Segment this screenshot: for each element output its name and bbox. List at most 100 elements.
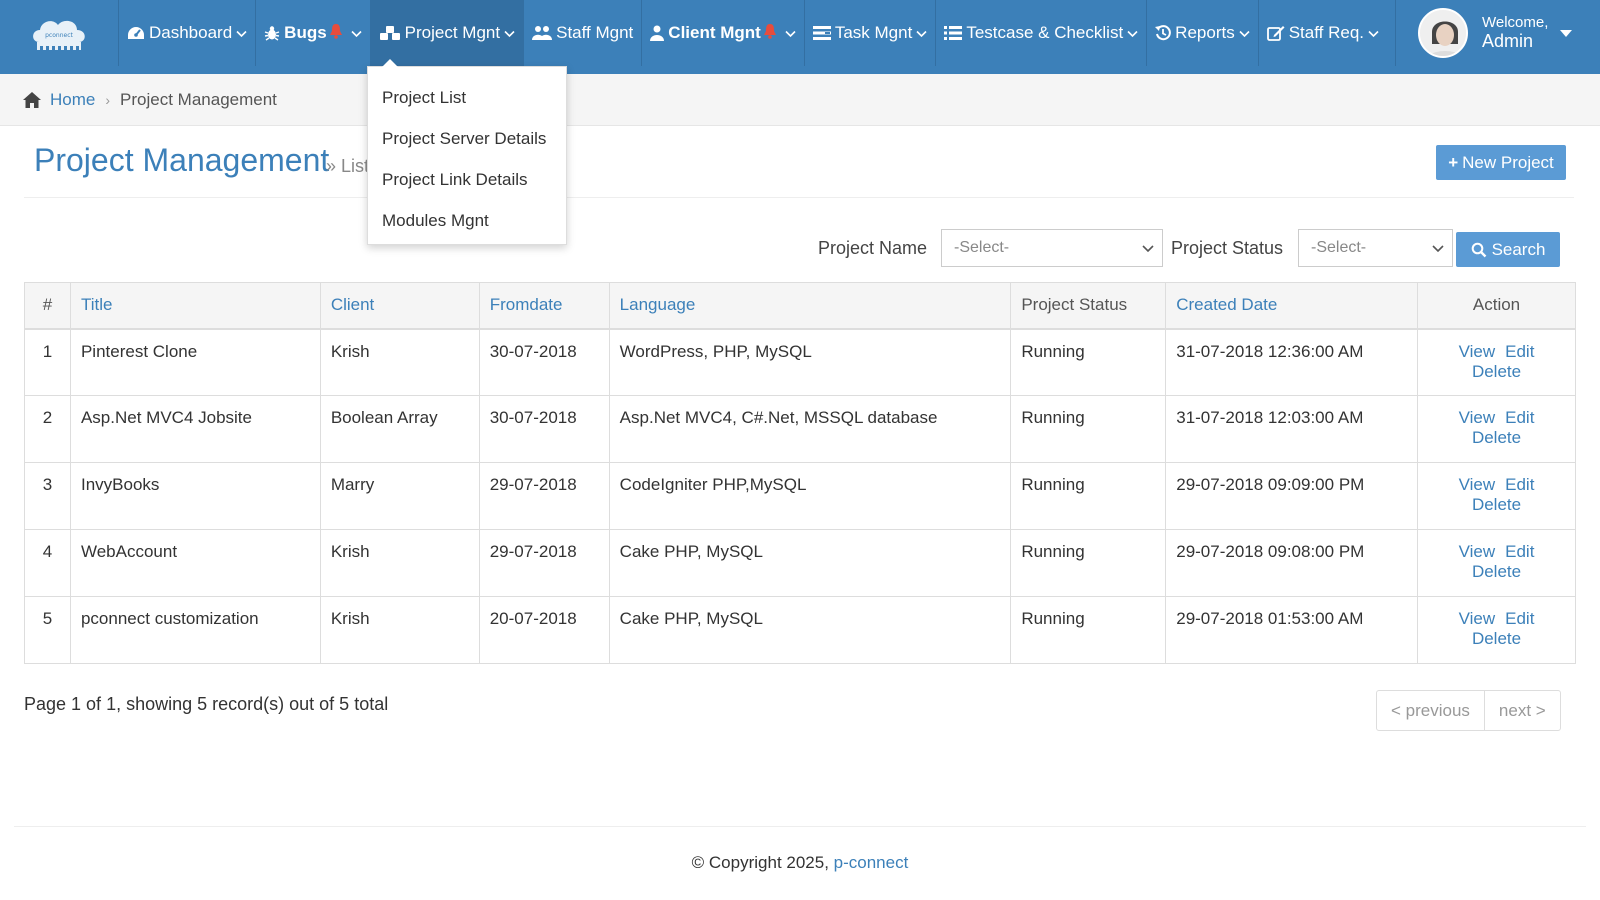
project-created-date: 29-07-2018 09:09:00 PM xyxy=(1165,462,1419,530)
col-language[interactable]: Language xyxy=(608,282,1012,330)
nav-item-label: Project Mgnt xyxy=(404,23,501,42)
delete-link[interactable]: Delete xyxy=(1472,428,1521,447)
dropdown-item-project-list[interactable]: Project List xyxy=(368,77,566,118)
nav-item-dashboard[interactable]: Dashboard xyxy=(118,0,255,66)
nav-item-label: Staff Req. xyxy=(1288,23,1364,42)
nav-item-testcase-checklist[interactable]: Testcase & Checklist xyxy=(935,0,1146,66)
chevron-down-icon xyxy=(916,30,927,37)
project-status-select[interactable]: -Select- xyxy=(1298,229,1453,267)
table-header-row: # Title Client Fromdate Language Project… xyxy=(24,282,1576,330)
project-name-select[interactable]: -Select- xyxy=(941,229,1163,267)
nav-item-label: Reports xyxy=(1175,23,1235,42)
pagination-info: Page 1 of 1, showing 5 record(s) out of … xyxy=(24,694,389,714)
project-fromdate: 30-07-2018 xyxy=(478,395,610,463)
project-client: Marry xyxy=(319,462,480,530)
delete-link[interactable]: Delete xyxy=(1472,562,1521,581)
row-number: 4 xyxy=(24,529,71,597)
nav-item-client-mgnt[interactable]: Client Mgnt xyxy=(641,0,804,66)
caret-down-icon[interactable] xyxy=(1560,29,1573,37)
previous-page-button[interactable]: < previous xyxy=(1377,691,1484,730)
edit-link[interactable]: Edit xyxy=(1505,408,1534,427)
avatar xyxy=(1418,8,1468,58)
delete-link[interactable]: Delete xyxy=(1472,629,1521,648)
edit-link[interactable]: Edit xyxy=(1505,475,1534,494)
nav-item-label: Staff Mgnt xyxy=(556,23,634,42)
plus-icon: + xyxy=(1448,152,1459,172)
chevron-down-icon xyxy=(1142,245,1154,253)
dropdown-item-project-link-details[interactable]: Project Link Details xyxy=(368,159,566,200)
project-status: Running xyxy=(1010,395,1167,463)
project-created-date: 29-07-2018 01:53:00 AM xyxy=(1165,596,1419,664)
edit-link[interactable]: Edit xyxy=(1505,609,1534,628)
dropdown-item-modules-mgnt[interactable]: Modules Mgnt xyxy=(368,200,566,241)
project-fromdate: 30-07-2018 xyxy=(478,328,610,396)
view-link[interactable]: View xyxy=(1459,609,1496,628)
home-icon xyxy=(23,91,41,108)
col-fromdate[interactable]: Fromdate xyxy=(478,282,610,330)
project-title: Asp.Net MVC4 Jobsite xyxy=(69,395,321,463)
nav-item-staff-mgnt[interactable]: Staff Mgnt xyxy=(523,0,641,66)
welcome-text: Welcome, xyxy=(1482,14,1549,32)
view-link[interactable]: View xyxy=(1459,542,1496,561)
col-created-date[interactable]: Created Date xyxy=(1165,282,1419,330)
chevron-down-icon xyxy=(351,30,362,37)
chevron-down-icon xyxy=(1368,30,1379,37)
project-status-value: -Select- xyxy=(1311,239,1367,256)
nav-item-label: Task Mgnt xyxy=(834,23,913,42)
chevron-down-icon xyxy=(1432,245,1444,253)
col-client[interactable]: Client xyxy=(319,282,480,330)
chevron-right-icon: › xyxy=(105,91,111,108)
nav-item-staff-req[interactable]: Staff Req. xyxy=(1257,0,1387,66)
project-language: Asp.Net MVC4, C#.Net, MSSQL database xyxy=(608,395,1012,463)
dropdown-item-project-server-details[interactable]: Project Server Details xyxy=(368,118,566,159)
edit-link[interactable]: Edit xyxy=(1505,542,1534,561)
project-title: pconnect customization xyxy=(69,596,321,664)
breadcrumb-current: Project Management xyxy=(120,89,277,109)
project-status: Running xyxy=(1010,529,1167,597)
project-name-value: -Select- xyxy=(954,239,1010,256)
project-created-date: 29-07-2018 09:08:00 PM xyxy=(1165,529,1419,597)
next-page-button[interactable]: next > xyxy=(1483,691,1560,730)
breadcrumb: Home › Project Management xyxy=(0,74,1600,126)
edit-link[interactable]: Edit xyxy=(1505,342,1534,361)
user-name: Admin xyxy=(1482,31,1534,52)
project-mgnt-dropdown: Project List Project Server Details Projec… xyxy=(367,59,567,245)
new-project-button[interactable]: + New Project xyxy=(1436,145,1566,180)
project-status: Running xyxy=(1010,596,1167,664)
new-project-label: New Project xyxy=(1462,152,1554,172)
project-client: Krish xyxy=(319,529,480,597)
nav-item-reports[interactable]: Reports xyxy=(1146,0,1258,66)
project-fromdate: 29-07-2018 xyxy=(478,462,610,530)
row-number: 3 xyxy=(24,462,71,530)
nav-item-project-mgnt[interactable]: Project Mgnt xyxy=(369,0,524,66)
pconnect-logo[interactable]: pconnect xyxy=(0,0,118,74)
chevron-down-icon xyxy=(785,30,796,37)
view-link[interactable]: View xyxy=(1459,475,1496,494)
project-status-label: Project Status xyxy=(1171,238,1284,258)
user-menu[interactable]: Welcome, Admin xyxy=(1395,0,1573,66)
delete-link[interactable]: Delete xyxy=(1472,362,1521,381)
view-link[interactable]: View xyxy=(1459,408,1496,427)
row-number: 2 xyxy=(24,395,71,463)
footer-brand-link[interactable]: p-connect xyxy=(834,853,909,872)
table-row: 5 pconnect customization Krish 20-07-2018 Ca… xyxy=(24,596,1576,664)
search-button[interactable]: Search xyxy=(1456,232,1560,267)
nav-item-task-mgnt[interactable]: Task Mgnt xyxy=(803,0,935,66)
project-status: Running xyxy=(1010,328,1167,396)
search-label: Search xyxy=(1491,239,1546,259)
copyright-text: © Copyright 2025, xyxy=(691,853,834,872)
nav-item-label: Dashboard xyxy=(149,23,233,42)
breadcrumb-home-link[interactable]: Home xyxy=(50,90,95,110)
page-subtitle: » List xyxy=(326,156,370,176)
table-row: 1 Pinterest Clone Krish 30-07-2018 WordPress… xyxy=(24,328,1576,396)
delete-link[interactable]: Delete xyxy=(1472,495,1521,514)
nav-item-bugs[interactable]: Bugs xyxy=(255,0,370,66)
row-actions: View Edit Delete xyxy=(1417,462,1576,530)
bell-icon xyxy=(329,23,347,44)
project-client: Boolean Array xyxy=(319,395,480,463)
users-icon xyxy=(532,25,556,41)
svg-text:pconnect: pconnect xyxy=(45,32,73,39)
col-title[interactable]: Title xyxy=(69,282,321,330)
view-link[interactable]: View xyxy=(1459,342,1496,361)
project-created-date: 31-07-2018 12:03:00 AM xyxy=(1165,395,1419,463)
